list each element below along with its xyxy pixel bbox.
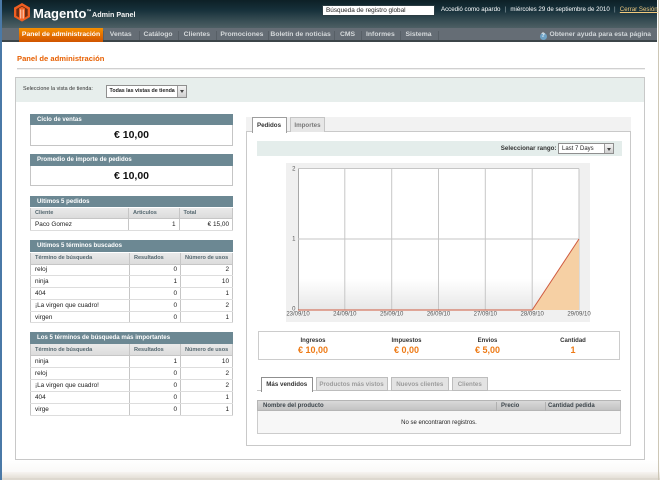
svg-text:24/09/10: 24/09/10 [333, 312, 357, 318]
svg-text:28/09/10: 28/09/10 [521, 312, 545, 318]
svg-text:25/09/10: 25/09/10 [380, 312, 404, 318]
svg-text:29/09/10: 29/09/10 [567, 312, 591, 318]
svg-text:23/09/10: 23/09/10 [286, 312, 310, 318]
svg-text:27/09/10: 27/09/10 [474, 312, 498, 318]
svg-text:26/09/10: 26/09/10 [427, 312, 451, 318]
